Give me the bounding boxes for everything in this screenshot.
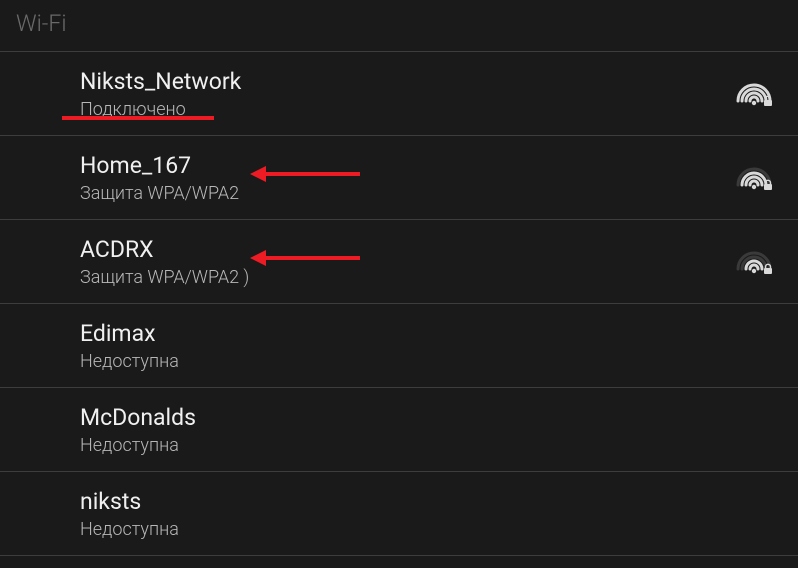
wifi-network-text: Edimax Недоступна	[80, 320, 782, 372]
page-title: Wi-Fi	[0, 0, 798, 51]
wifi-network-text: Niksts_NetworkПодключено	[80, 68, 734, 120]
wifi-network-item[interactable]: Home_167 Защита WPA/WPA2	[0, 136, 798, 220]
annotation-underline	[62, 116, 214, 120]
wifi-network-item[interactable]: niksts Недоступна	[0, 472, 798, 556]
wifi-signal-icon	[734, 247, 774, 277]
wifi-ssid: ACDRX	[80, 236, 734, 263]
wifi-network-text: ACDRX Защита WPA/WPA2 )	[80, 236, 734, 288]
wifi-ssid: Niksts_Network	[80, 68, 734, 95]
wifi-status: Защита WPA/WPA2 )	[80, 267, 734, 288]
wifi-network-item[interactable]: ACDRX Защита WPA/WPA2 )	[0, 220, 798, 304]
wifi-status: Недоступна	[80, 351, 782, 372]
wifi-ssid: Home_167	[80, 152, 734, 179]
wifi-status: Недоступна	[80, 435, 782, 456]
annotation-arrow	[250, 252, 360, 264]
wifi-network-item[interactable]: McDonalds Недоступна	[0, 388, 798, 472]
wifi-ssid: Edimax	[80, 320, 782, 347]
wifi-network-item[interactable]: Niksts_NetworkПодключено	[0, 52, 798, 136]
annotation-arrow	[250, 168, 360, 180]
wifi-status: Защита WPA/WPA2	[80, 183, 734, 204]
wifi-network-text: Home_167 Защита WPA/WPA2	[80, 152, 734, 204]
wifi-network-text: niksts Недоступна	[80, 488, 782, 540]
wifi-status: Недоступна	[80, 519, 782, 540]
wifi-signal-icon	[734, 79, 774, 109]
wifi-ssid: McDonalds	[80, 404, 782, 431]
wifi-network-item[interactable]: Edimax Недоступна	[0, 304, 798, 388]
wifi-ssid: niksts	[80, 488, 782, 515]
wifi-signal-icon	[734, 163, 774, 193]
wifi-network-text: McDonalds Недоступна	[80, 404, 782, 456]
wifi-network-list: Niksts_NetworkПодключено Home_167 Защита …	[0, 51, 798, 556]
